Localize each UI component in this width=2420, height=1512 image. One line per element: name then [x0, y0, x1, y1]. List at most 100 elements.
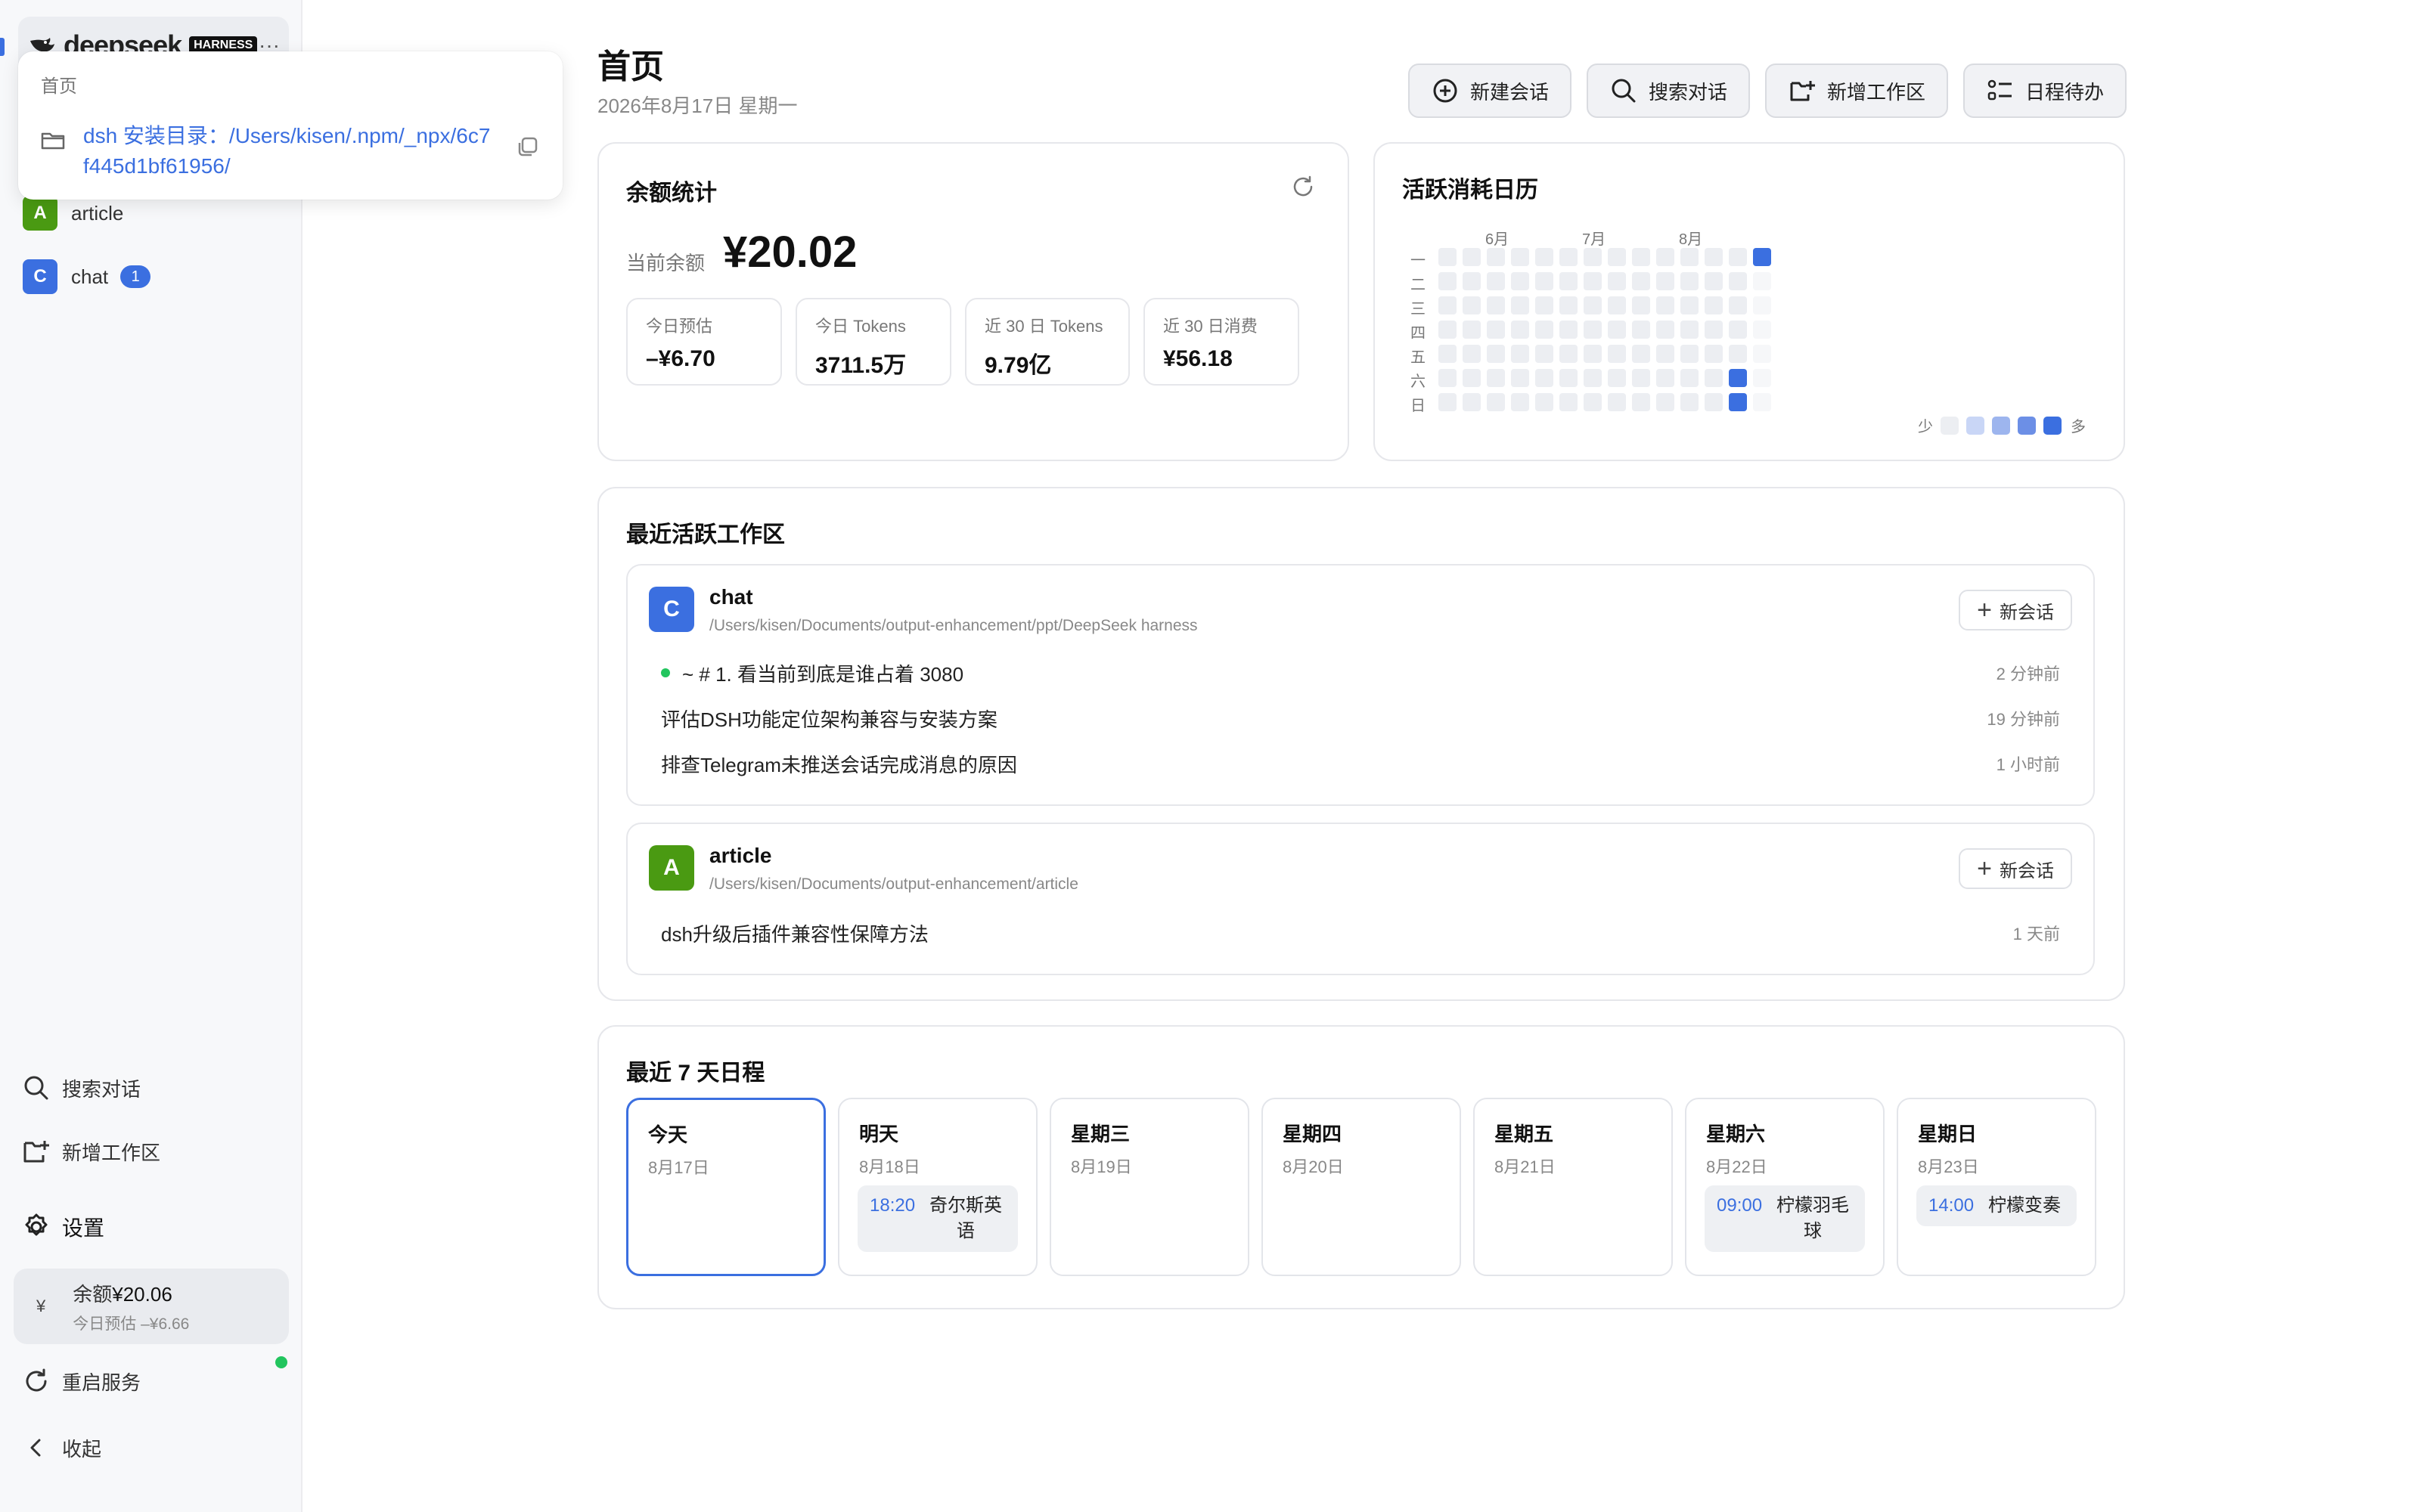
restart-service-button[interactable]: 重启服务 — [21, 1362, 278, 1400]
day-card[interactable]: 星期三 8月19日 — [1050, 1098, 1249, 1276]
day-card[interactable]: 星期四 8月20日 — [1261, 1098, 1461, 1276]
heatmap-cell — [1705, 321, 1723, 339]
sidebar-item-chat[interactable]: C chat 1 — [23, 259, 280, 295]
heatmap-cell — [1729, 248, 1747, 266]
heatmap-cell — [1584, 345, 1602, 363]
month-label: 8月 — [1679, 231, 1703, 248]
heatmap-cell — [1511, 272, 1529, 290]
current-balance-value: ¥20.02 — [723, 228, 858, 277]
conversation-row[interactable]: 排查Telegram未推送会话完成消息的原因 1 小时前 — [661, 748, 2060, 779]
heatmap-cell — [1753, 369, 1771, 387]
refresh-icon[interactable] — [1290, 174, 1316, 200]
schedule-todo-label: 日程待办 — [2025, 80, 2105, 104]
collapse-sidebar-button[interactable]: 收起 — [21, 1429, 278, 1467]
balance-card-title: 余额统计 — [626, 181, 717, 206]
workspace-new-chat-button[interactable]: + 新会话 — [1959, 590, 2072, 631]
activity-heatmap — [1438, 248, 1777, 417]
heatmap-cell — [1705, 272, 1723, 290]
heatmap-cell — [1559, 248, 1578, 266]
weekday-label: 一 — [1410, 253, 1426, 269]
add-workspace-button[interactable]: 新增工作区 — [1765, 64, 1949, 118]
heatmap-cell — [1559, 369, 1578, 387]
sidebar-settings-button[interactable]: 设置 — [21, 1208, 278, 1246]
workspace-path: /Users/kisen/Documents/output-enhancemen… — [709, 617, 1198, 634]
day-card[interactable]: 星期五 8月21日 — [1473, 1098, 1673, 1276]
current-balance-label: 当前余额 — [626, 252, 706, 274]
conversation-row[interactable]: dsh升级后插件兼容性保障方法 1 天前 — [661, 918, 2060, 948]
day-date: 8月17日 — [648, 1158, 709, 1177]
sidebar-search-button[interactable]: 搜索对话 — [21, 1069, 278, 1107]
heatmap-cell — [1632, 248, 1650, 266]
heatmap-cell — [1511, 393, 1529, 411]
plus-icon: + — [1977, 854, 1992, 883]
legend-swatch — [1941, 416, 1959, 435]
heatmap-cell — [1438, 345, 1457, 363]
heatmap-cell — [1584, 248, 1602, 266]
workspace-path: /Users/kisen/Documents/output-enhancemen… — [709, 875, 1078, 893]
new-chat-label: 新建会话 — [1470, 80, 1550, 104]
day-card-today[interactable]: 今天 8月17日 — [626, 1098, 826, 1276]
workspace-card-chat: C chat /Users/kisen/Documents/output-enh… — [626, 564, 2095, 806]
heatmap-cell — [1753, 321, 1771, 339]
collapse-label: 收起 — [62, 1437, 102, 1461]
workspace-name[interactable]: chat — [709, 585, 753, 609]
heatmap-cell — [1753, 345, 1771, 363]
workspace-name[interactable]: article — [709, 844, 772, 868]
heatmap-cell — [1438, 321, 1457, 339]
search-chat-button[interactable]: 搜索对话 — [1587, 64, 1751, 118]
activity-calendar-card: 活跃消耗日历 6月 7月 8月 一 二 三 四 五 六 日 少 多 — [1373, 142, 2125, 461]
heatmap-cell — [1632, 272, 1650, 290]
schedule-todo-button[interactable]: 日程待办 — [1963, 64, 2127, 118]
sidebar-balance-card[interactable]: ¥ 余额¥20.06 今日预估 –¥6.66 — [14, 1269, 289, 1344]
conversation-time: 2 分钟前 — [1996, 665, 2060, 683]
weekday-label: 三 — [1410, 301, 1426, 318]
heatmap-cell — [1705, 345, 1723, 363]
schedule-event[interactable]: 14:00 柠檬变奏 — [1916, 1185, 2077, 1226]
day-date: 8月20日 — [1283, 1157, 1344, 1176]
day-card[interactable]: 星期六 8月22日 09:00 柠檬羽毛球 — [1685, 1098, 1885, 1276]
install-path-row: dsh 安装目录：/Users/kisen/.npm/_npx/6c7f445d… — [39, 121, 554, 181]
sidebar-balance-estimate: 今日预估 –¥6.66 — [73, 1315, 190, 1333]
heatmap-cell — [1559, 321, 1578, 339]
heatmap-cell — [1487, 393, 1505, 411]
page-title: 首页 — [597, 48, 664, 85]
sidebar-item-article[interactable]: A article — [23, 195, 280, 231]
heatmap-cell — [1608, 369, 1626, 387]
heatmap-cell — [1680, 248, 1699, 266]
conversation-row[interactable]: 评估DSH功能定位架构兼容与安装方案 19 分钟前 — [661, 703, 2060, 733]
heatmap-cell — [1729, 393, 1747, 411]
stat-label: 今日预估 — [646, 317, 713, 336]
new-chat-button[interactable]: 新建会话 — [1408, 64, 1572, 118]
conversation-title: 排查Telegram未推送会话完成消息的原因 — [661, 753, 1017, 776]
legend-swatch — [2018, 416, 2036, 435]
workspace-new-chat-button[interactable]: + 新会话 — [1959, 848, 2072, 889]
workspace-card-article: A article /Users/kisen/Documents/output-… — [626, 823, 2095, 975]
search-icon — [24, 1076, 48, 1100]
day-date: 8月21日 — [1494, 1157, 1556, 1176]
day-card[interactable]: 明天 8月18日 18:20 奇尔斯英语 — [838, 1098, 1038, 1276]
stat-label: 近 30 日 Tokens — [985, 317, 1103, 336]
heatmap-cell — [1511, 296, 1529, 314]
conversation-row[interactable]: ~ # 1. 看当前到底是谁占着 3080 2 分钟前 — [661, 658, 2060, 688]
activity-calendar-title: 活跃消耗日历 — [1402, 178, 1538, 203]
day-date: 8月19日 — [1071, 1157, 1132, 1176]
heatmap-cell — [1463, 248, 1481, 266]
heatmap-cell — [1535, 296, 1553, 314]
day-name: 今天 — [648, 1123, 688, 1146]
search-icon — [1612, 79, 1636, 103]
install-path-link[interactable]: dsh 安装目录：/Users/kisen/.npm/_npx/6c7f445d… — [83, 121, 492, 181]
heatmap-cell — [1729, 272, 1747, 290]
day-card[interactable]: 星期日 8月23日 14:00 柠檬变奏 — [1897, 1098, 2096, 1276]
copy-icon[interactable] — [514, 133, 541, 160]
weekly-schedule-title: 最近 7 天日程 — [626, 1061, 765, 1086]
stat-label: 今日 Tokens — [815, 317, 906, 336]
heatmap-cell — [1584, 272, 1602, 290]
chevron-left-icon — [30, 1439, 41, 1457]
heatmap-cell — [1511, 321, 1529, 339]
sidebar-add-workspace-button[interactable]: 新增工作区 — [21, 1132, 278, 1170]
schedule-event[interactable]: 09:00 柠檬羽毛球 — [1705, 1185, 1865, 1252]
schedule-event[interactable]: 18:20 奇尔斯英语 — [858, 1185, 1018, 1252]
heatmap-svg — [1438, 248, 1771, 411]
legend-high-label: 多 — [2071, 419, 2086, 435]
active-indicator — [0, 38, 5, 56]
